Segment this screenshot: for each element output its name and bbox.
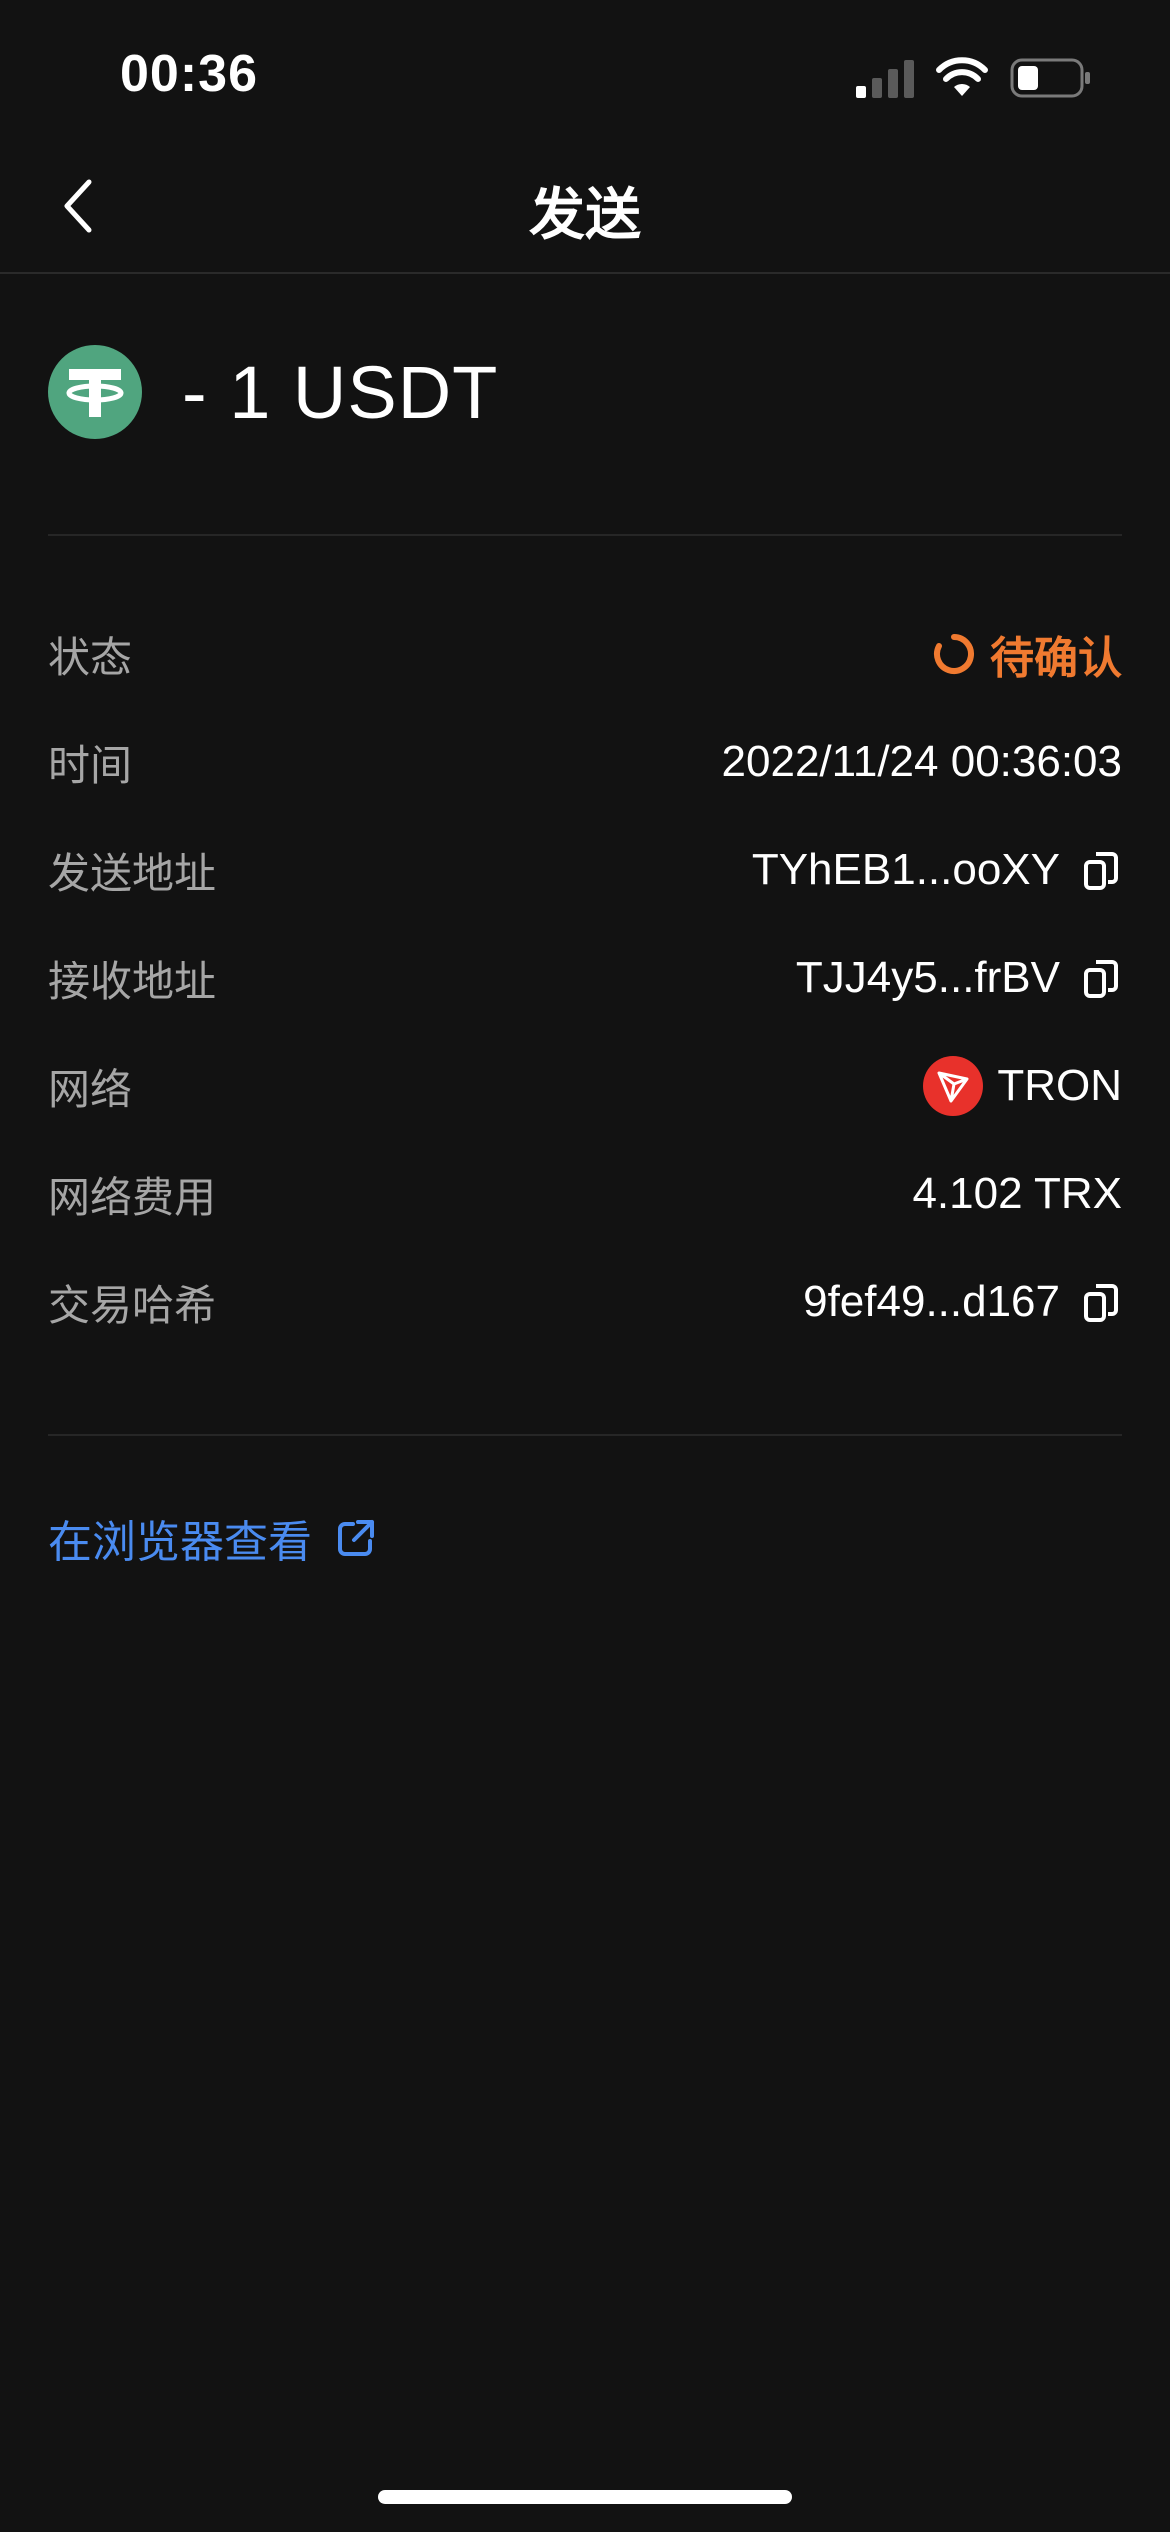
navigation-bar: 发送 xyxy=(0,140,1170,274)
status-bar: 00:36 xyxy=(0,0,1170,140)
status-value: 待确认 xyxy=(932,622,1122,686)
detail-row-status: 状态 待确认 xyxy=(48,600,1122,708)
detail-row-time: 时间 2022/11/24 00:36:03 xyxy=(48,708,1122,816)
tx-hash-text: 9fef49...d167 xyxy=(803,1277,1060,1326)
transaction-amount-row: - 1 USDT xyxy=(48,344,498,440)
from-address-text: TYhEB1...ooXY xyxy=(751,845,1060,894)
tron-icon xyxy=(923,1056,984,1116)
status-text: 待确认 xyxy=(990,634,1122,683)
detail-row-network: 网络 TRON xyxy=(48,1032,1122,1140)
view-in-browser-text: 在浏览器查看 xyxy=(48,1518,312,1567)
copy-icon[interactable] xyxy=(1082,1280,1122,1324)
wifi-icon xyxy=(936,57,988,96)
transaction-details: 状态 待确认 时间 2022/11/24 00:36:03 发送地址 TYhEB… xyxy=(48,600,1122,1356)
to-address-value: TJJ4y5...frBV xyxy=(796,953,1122,1003)
to-address-text: TJJ4y5...frBV xyxy=(795,953,1060,1002)
home-indicator xyxy=(378,2490,792,2504)
network-text: TRON xyxy=(997,1061,1122,1110)
from-address-label: 发送地址 xyxy=(48,849,217,897)
tx-hash-label: 交易哈希 xyxy=(48,1281,217,1329)
network-value: TRON xyxy=(923,1056,1122,1116)
network-label: 网络 xyxy=(48,1065,133,1113)
detail-row-network-fee: 网络费用 4.102 TRX xyxy=(48,1140,1122,1248)
network-fee-value: 4.102 TRX xyxy=(912,1169,1122,1218)
network-fee-label: 网络费用 xyxy=(48,1173,217,1221)
tether-icon xyxy=(48,345,142,439)
external-link-icon xyxy=(338,1520,374,1556)
divider xyxy=(48,534,1122,536)
battery-icon xyxy=(1010,58,1090,98)
copy-icon[interactable] xyxy=(1082,848,1122,892)
page-title: 发送 xyxy=(529,183,641,246)
detail-row-to-address: 接收地址 TJJ4y5...frBV xyxy=(48,924,1122,1032)
detail-row-from-address: 发送地址 TYhEB1...ooXY xyxy=(48,816,1122,924)
divider xyxy=(48,1434,1122,1436)
from-address-value: TYhEB1...ooXY xyxy=(752,845,1122,895)
cellular-signal-icon xyxy=(856,60,914,98)
time-value: 2022/11/24 00:36:03 xyxy=(721,737,1122,786)
time-label: 时间 xyxy=(48,741,133,789)
copy-icon[interactable] xyxy=(1082,956,1122,1000)
to-address-label: 接收地址 xyxy=(48,957,217,1005)
tx-hash-value: 9fef49...d167 xyxy=(803,1277,1122,1327)
transaction-amount: - 1 USDT xyxy=(182,350,499,434)
detail-row-tx-hash: 交易哈希 9fef49...d167 xyxy=(48,1248,1122,1356)
status-label: 状态 xyxy=(48,633,133,681)
status-time: 00:36 xyxy=(120,45,258,103)
view-in-browser-link[interactable]: 在浏览器查看 xyxy=(48,1506,376,1570)
pending-spinner-icon xyxy=(934,634,974,674)
